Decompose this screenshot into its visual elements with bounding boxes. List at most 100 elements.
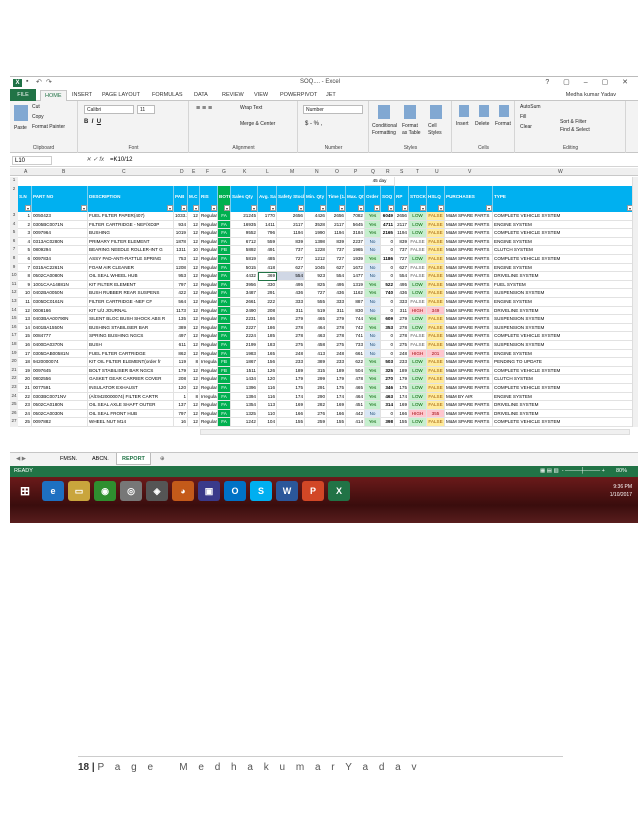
table-cell[interactable]: FA — [218, 237, 231, 247]
table-cell[interactable]: No — [365, 306, 381, 316]
tab-review[interactable]: REVIEW — [222, 92, 244, 98]
filter-dropdown-icon[interactable]: ▾ — [402, 205, 408, 211]
table-cell[interactable]: KIT U/J JOURNAL — [88, 306, 174, 316]
table-cell[interactable]: 12 — [188, 280, 200, 290]
table-cell[interactable]: FALSE — [427, 392, 445, 402]
table-cell[interactable]: 1354 — [231, 401, 258, 410]
table-cell[interactable]: 3487 — [231, 289, 258, 298]
table-cell[interactable]: 189 — [327, 366, 346, 376]
table-cell[interactable]: 0 — [381, 263, 395, 273]
table-cell[interactable]: 9420000074 — [32, 358, 88, 367]
cell-styles-button[interactable]: Cell Styles — [428, 123, 448, 137]
table-cell[interactable]: 4432 — [231, 272, 258, 281]
table-cell[interactable]: FALSE — [409, 246, 427, 255]
table-cell[interactable]: M&M SPARE PARTS — [445, 349, 493, 359]
table-cell[interactable]: FALSE — [427, 418, 445, 427]
table-cell[interactable]: 24 — [18, 409, 32, 419]
table-cell[interactable]: 137 — [174, 401, 188, 410]
table-cell[interactable]: ENGINE SYSTEM — [493, 392, 634, 402]
table-cell[interactable]: 12 — [188, 255, 200, 264]
table-cell[interactable]: LOW — [409, 229, 427, 238]
table-cell[interactable]: 495 — [277, 280, 305, 290]
row-number[interactable]: 25 — [10, 401, 18, 410]
table-cell[interactable]: 0 — [381, 341, 395, 350]
table-cell[interactable]: 5645 — [346, 220, 365, 230]
table-cell[interactable]: 11 — [18, 298, 32, 307]
table-cell[interactable]: 179 — [174, 366, 188, 376]
table-cell[interactable]: 166 — [327, 409, 346, 419]
delete-button[interactable]: Delete — [475, 121, 489, 127]
table-cell[interactable]: BUSH RUBBER REAR SUSPENS — [88, 289, 174, 298]
table-cell[interactable]: 0084777 — [32, 332, 88, 341]
table-cell[interactable]: 7 — [18, 263, 32, 273]
table-cell[interactable]: Yes — [365, 315, 381, 324]
table-cell[interactable]: 737 — [395, 246, 409, 255]
table-cell[interactable]: 16 — [18, 341, 32, 350]
column-letter[interactable]: N — [315, 169, 319, 175]
table-cell[interactable]: FALSE — [409, 298, 427, 307]
table-cell[interactable]: 830 — [346, 306, 365, 316]
table-cell[interactable]: 1325 — [231, 409, 258, 419]
app-icon[interactable]: ◎ — [120, 481, 142, 501]
conditional-formatting-button[interactable]: Conditional Formatting — [372, 123, 400, 137]
table-cell[interactable]: 2237 — [346, 237, 365, 247]
table-cell[interactable]: 1411 — [258, 220, 277, 230]
table-cell[interactable]: SILENT BLOC BUSH SHOCK ABS R — [88, 315, 174, 324]
table-cell[interactable]: BUSH — [88, 341, 174, 350]
table-cell[interactable]: 189 — [395, 366, 409, 376]
table-cell[interactable]: 1 — [174, 392, 188, 402]
table-cell[interactable]: ENGINE SYSTEM — [493, 220, 634, 230]
table-cell[interactable]: LOW — [409, 289, 427, 298]
row-number[interactable]: 2 — [10, 186, 18, 212]
table-cell[interactable]: 609 — [381, 315, 395, 324]
table-cell[interactable]: 21245 — [231, 212, 258, 221]
table-cell[interactable]: HIGH — [409, 306, 427, 316]
filter-dropdown-icon[interactable]: ▾ — [211, 205, 217, 211]
table-cell[interactable]: FUEL FILTER CARTRIDGE — [88, 349, 174, 359]
column-letter[interactable]: K — [243, 169, 246, 175]
table-cell[interactable]: 740 — [381, 289, 395, 298]
table-cell[interactable]: No — [365, 246, 381, 255]
table-cell[interactable]: M&M SPARE PARTS — [445, 358, 493, 367]
table-cell[interactable]: Yes — [365, 212, 381, 221]
table-cell[interactable]: 12 — [188, 306, 200, 316]
table-cell[interactable]: COMPLETE VEHICLE SYSTEM — [493, 384, 634, 393]
table-cell[interactable]: 0303BC0071NV — [32, 392, 88, 402]
table-cell[interactable]: Yes — [365, 384, 381, 393]
table-cell[interactable]: KIT OIL FILTER ELEMENT(order fr — [88, 358, 174, 367]
explorer-icon[interactable]: ▭ — [68, 481, 90, 501]
row-number[interactable]: 6 — [10, 237, 18, 247]
tab-jet[interactable]: JET — [326, 92, 336, 98]
table-cell[interactable]: LOW — [409, 315, 427, 324]
table-cell[interactable]: LOW — [409, 366, 427, 376]
table-cell[interactable]: 3528 — [305, 220, 327, 230]
table-cell[interactable]: 2117 — [277, 220, 305, 230]
table-cell[interactable]: 1867 — [231, 358, 258, 367]
column-letter[interactable]: A — [24, 169, 27, 175]
table-cell[interactable]: 0305BC0071N — [32, 220, 88, 230]
table-cell[interactable]: 12 — [188, 212, 200, 221]
undo-icon[interactable]: ↶ — [36, 78, 42, 86]
sort-filter-button[interactable]: Sort & Filter — [560, 119, 586, 125]
table-cell[interactable]: 0400DA0370N — [32, 341, 88, 350]
filter-dropdown-icon[interactable]: ▾ — [181, 205, 187, 211]
table-cell[interactable]: BEARING NEEDLE ROLLER-INT G — [88, 246, 174, 255]
table-cell[interactable]: FA — [218, 280, 231, 290]
table-cell[interactable]: 12 — [188, 341, 200, 350]
table-cell[interactable]: 1186 — [381, 255, 395, 264]
add-sheet-icon[interactable]: ⊕ — [160, 456, 165, 462]
table-cell[interactable]: 4426 — [305, 212, 327, 221]
table-cell[interactable]: 495 — [395, 280, 409, 290]
table-cell[interactable]: No — [365, 263, 381, 273]
table-cell[interactable]: 0502CA0080N — [32, 272, 88, 281]
table-cell[interactable]: 175 — [277, 384, 305, 393]
table-cell[interactable]: 248 — [277, 349, 305, 359]
table-cell[interactable]: 1045 — [305, 263, 327, 273]
table-cell[interactable]: FALSE — [409, 272, 427, 281]
table-cell[interactable]: FA — [218, 401, 231, 410]
paste-button[interactable]: Paste — [14, 125, 27, 131]
table-cell[interactable]: 282 — [305, 401, 327, 410]
cut-button[interactable]: Cut — [32, 104, 40, 110]
horizontal-scrollbar[interactable] — [200, 429, 630, 435]
filter-dropdown-icon[interactable]: ▾ — [388, 205, 394, 211]
